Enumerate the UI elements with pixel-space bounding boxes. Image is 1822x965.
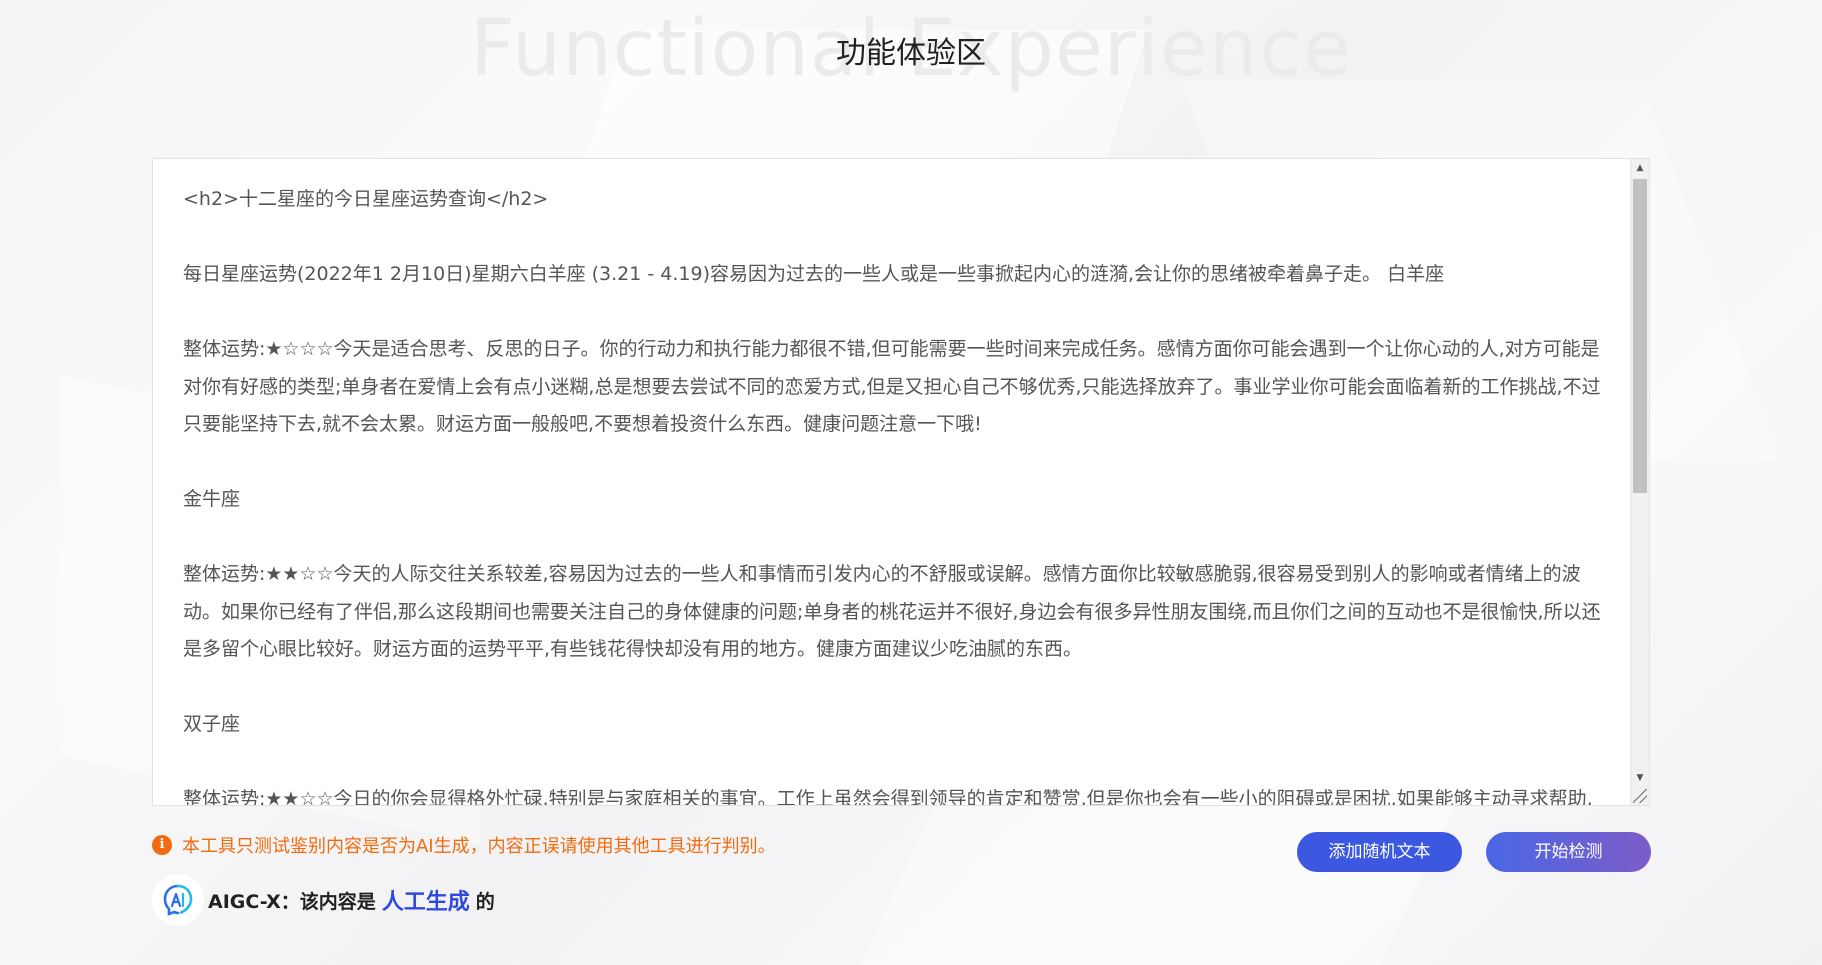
page-title: 功能体验区 (836, 36, 986, 71)
editor-paragraph: 双子座 (183, 713, 241, 735)
background-shape (853, 780, 1467, 965)
editor-content[interactable]: <h2>十二星座的今日星座运势查询</h2> 每日星座运势(2022年1 2月1… (183, 181, 1603, 806)
editor-paragraph: 整体运势:★★☆☆今天的人际交往关系较差,容易因为过去的一些人和事情而引发内心的… (183, 563, 1601, 660)
detection-result: AIGC-X：该内容是 人工生成 的 (152, 874, 495, 926)
scroll-up-arrow-icon[interactable]: ▲ (1631, 159, 1649, 177)
result-value: 人工生成 (381, 890, 470, 915)
editor-paragraph: 金牛座 (183, 488, 241, 510)
resize-handle-icon[interactable] (1633, 789, 1647, 803)
disclaimer-notice: i 本工具只测试鉴别内容是否为AI生成，内容正误请使用其他工具进行判别。 (152, 832, 776, 858)
disclaimer-text: 本工具只测试鉴别内容是否为AI生成，内容正误请使用其他工具进行判别。 (182, 836, 776, 857)
scroll-thumb[interactable] (1633, 179, 1647, 493)
scroll-down-arrow-icon[interactable]: ▼ (1631, 769, 1649, 787)
text-input-area[interactable]: <h2>十二星座的今日星座运势查询</h2> 每日星座运势(2022年1 2月1… (152, 158, 1650, 806)
aigc-x-logo-icon (152, 874, 204, 926)
editor-paragraph: 每日星座运势(2022年1 2月10日)星期六白羊座 (3.21 - 4.19)… (183, 263, 1445, 285)
result-label: AIGC-X：该内容是 (208, 890, 376, 913)
info-icon: i (152, 835, 172, 855)
result-suffix: 的 (475, 890, 495, 913)
editor-paragraph: 整体运势:★☆☆☆今天是适合思考、反思的日子。你的行动力和执行能力都很不错,但可… (183, 338, 1601, 435)
start-detection-button[interactable]: 开始检测 (1486, 832, 1651, 872)
editor-paragraph: <h2>十二星座的今日星座运势查询</h2> (183, 188, 549, 210)
vertical-scrollbar[interactable]: ▲ ▼ (1630, 159, 1649, 805)
editor-paragraph: 整体运势:★★☆☆今日的你会显得格外忙碌,特别是与家庭相关的事宜。工作上虽然会得… (183, 788, 1593, 806)
add-random-text-button[interactable]: 添加随机文本 (1297, 832, 1462, 872)
